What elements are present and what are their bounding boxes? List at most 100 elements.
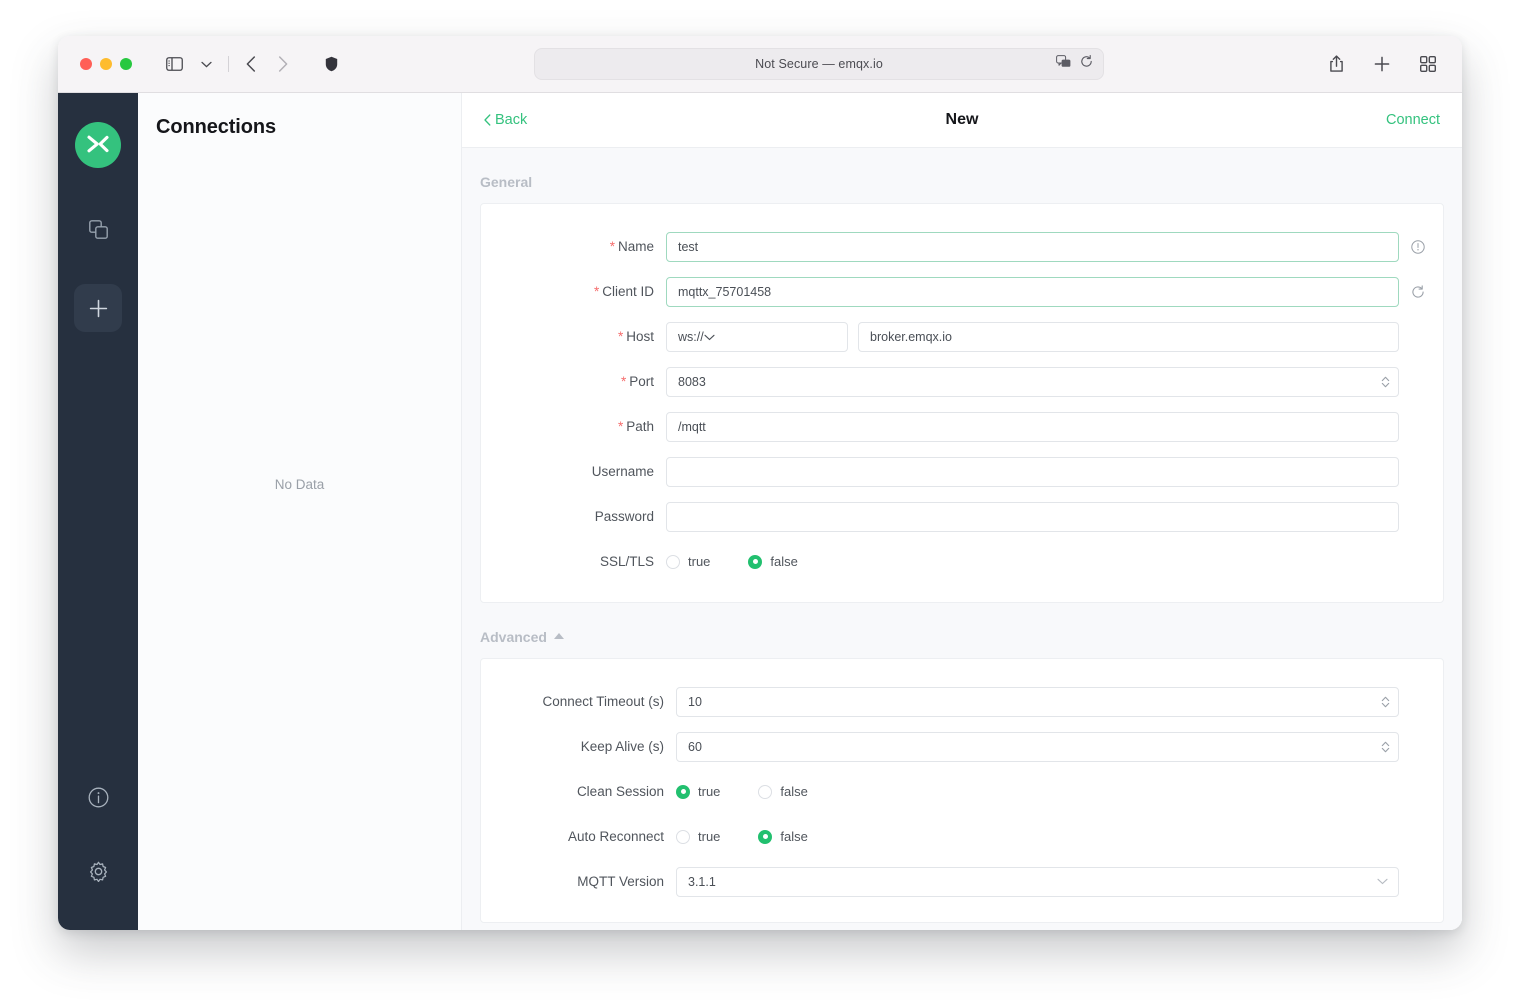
auto-reconnect-label-text: Auto Reconnect bbox=[567, 829, 664, 844]
radio-button-selected[interactable] bbox=[758, 829, 773, 844]
chevron-down-icon[interactable] bbox=[192, 51, 220, 77]
password-label-text: Password bbox=[594, 509, 654, 524]
ssl-tls-true-label: true bbox=[688, 554, 711, 569]
maximize-window-button[interactable] bbox=[120, 58, 132, 70]
required-marker: * bbox=[593, 284, 600, 299]
form-scroll-area[interactable]: General * Name test * Client ID mqttx_75… bbox=[462, 148, 1462, 930]
clean-session-label-text: Clean Session bbox=[576, 784, 664, 799]
radio-button-selected[interactable] bbox=[676, 784, 690, 799]
name-input-value: test bbox=[678, 239, 699, 254]
port-label: * Port bbox=[481, 374, 666, 389]
chevron-down-icon bbox=[704, 330, 715, 344]
minimize-window-button[interactable] bbox=[100, 58, 112, 70]
path-label: * Path bbox=[481, 419, 666, 434]
mqtt-version-value: 3.1.1 bbox=[688, 874, 716, 889]
connection-form-pane: Back New Connect General * Name test * C… bbox=[462, 93, 1462, 930]
auto-reconnect-option-true[interactable]: true bbox=[676, 829, 720, 844]
window-traffic-lights bbox=[80, 58, 132, 70]
translate-icon[interactable] bbox=[1056, 55, 1071, 73]
radio-button[interactable] bbox=[758, 784, 773, 799]
forward-arrow-icon[interactable] bbox=[269, 51, 297, 77]
host-protocol-select[interactable]: ws:// bbox=[666, 321, 848, 352]
port-input[interactable]: 8083 bbox=[666, 366, 1399, 397]
name-info-icon[interactable] bbox=[1409, 239, 1427, 254]
tab-overview-icon[interactable] bbox=[1414, 51, 1442, 77]
keep-alive-input[interactable]: 60 bbox=[676, 731, 1399, 762]
mqtt-version-select[interactable]: 3.1.1 bbox=[676, 866, 1399, 897]
form-row-clean-session: Clean Session true false bbox=[481, 769, 1443, 814]
chevron-up-icon[interactable] bbox=[553, 633, 564, 639]
username-input[interactable] bbox=[666, 456, 1399, 487]
clean-session-radio-group: true false bbox=[676, 784, 846, 799]
host-input[interactable]: broker.emqx.io bbox=[858, 321, 1399, 352]
connect-timeout-stepper[interactable] bbox=[1381, 695, 1390, 709]
path-input-value: /mqtt bbox=[678, 419, 706, 434]
info-icon[interactable] bbox=[76, 778, 120, 816]
connect-timeout-value: 10 bbox=[688, 694, 702, 709]
browser-titlebar: Not Secure — emqx.io bbox=[58, 36, 1462, 93]
back-button[interactable]: Back bbox=[484, 112, 527, 128]
mqttx-logo bbox=[75, 122, 121, 168]
port-input-value: 8083 bbox=[678, 374, 706, 389]
required-marker: * bbox=[617, 419, 624, 434]
password-input[interactable] bbox=[666, 501, 1399, 532]
radio-button-selected[interactable] bbox=[748, 554, 763, 569]
port-number-stepper[interactable] bbox=[1381, 375, 1390, 389]
radio-button[interactable] bbox=[676, 829, 690, 844]
clean-session-false-label: false bbox=[780, 784, 808, 799]
form-row-username: Username bbox=[481, 449, 1443, 494]
radio-button[interactable] bbox=[666, 554, 680, 569]
ssl-tls-option-false[interactable]: false bbox=[748, 554, 798, 569]
path-input[interactable]: /mqtt bbox=[666, 411, 1399, 442]
ssl-tls-label: SSL/TLS bbox=[481, 554, 666, 569]
empty-state-text: No Data bbox=[274, 477, 325, 492]
form-row-host: * Host ws:// broker.emqx.io bbox=[481, 314, 1443, 359]
advanced-section-label: Advanced bbox=[480, 629, 547, 645]
required-marker: * bbox=[617, 329, 624, 344]
keep-alive-label: Keep Alive (s) bbox=[481, 739, 676, 754]
back-arrow-icon[interactable] bbox=[237, 51, 265, 77]
general-section-header: General bbox=[480, 148, 1444, 203]
mqttx-app: Connections No Data Back New Connect Gen… bbox=[58, 93, 1462, 930]
connections-icon[interactable] bbox=[76, 210, 120, 248]
name-input[interactable]: test bbox=[666, 231, 1399, 262]
general-card: * Name test * Client ID mqttx_75701458 *… bbox=[480, 203, 1444, 603]
keep-alive-label-text: Keep Alive (s) bbox=[580, 739, 664, 754]
host-label-text: Host bbox=[626, 329, 654, 344]
form-row-client-id: * Client ID mqttx_75701458 bbox=[481, 269, 1443, 314]
keep-alive-stepper[interactable] bbox=[1381, 740, 1390, 754]
address-bar-container: Not Secure — emqx.io bbox=[534, 48, 1104, 80]
host-label: * Host bbox=[481, 329, 666, 344]
sidebar-icon[interactable] bbox=[160, 51, 188, 77]
shield-icon[interactable] bbox=[317, 51, 345, 77]
back-button-label: Back bbox=[495, 112, 528, 128]
app-sidebar-rail bbox=[58, 93, 138, 930]
connect-button[interactable]: Connect bbox=[1386, 112, 1440, 128]
connect-timeout-input[interactable]: 10 bbox=[676, 686, 1399, 717]
required-marker: * bbox=[620, 374, 627, 389]
share-icon[interactable] bbox=[1322, 51, 1350, 77]
clean-session-option-true[interactable]: true bbox=[676, 784, 720, 799]
regenerate-client-id-icon[interactable] bbox=[1409, 284, 1427, 299]
browser-nav-group bbox=[160, 51, 297, 77]
address-bar[interactable]: Not Secure — emqx.io bbox=[534, 48, 1104, 80]
path-label-text: Path bbox=[626, 419, 654, 434]
add-connection-icon[interactable] bbox=[74, 284, 122, 332]
port-label-text: Port bbox=[629, 374, 654, 389]
browser-actions bbox=[1322, 36, 1442, 92]
page-title: Connections bbox=[156, 116, 277, 138]
connections-list-pane: Connections No Data bbox=[138, 93, 462, 930]
client-id-label-text: Client ID bbox=[602, 284, 654, 299]
clean-session-option-false[interactable]: false bbox=[758, 784, 808, 799]
auto-reconnect-true-label: true bbox=[698, 829, 721, 844]
ssl-tls-option-true[interactable]: true bbox=[666, 554, 710, 569]
close-window-button[interactable] bbox=[80, 58, 92, 70]
form-row-name: * Name test bbox=[481, 224, 1443, 269]
client-id-input[interactable]: mqttx_75701458 bbox=[666, 276, 1399, 307]
plus-icon[interactable] bbox=[1368, 51, 1396, 77]
auto-reconnect-label: Auto Reconnect bbox=[481, 829, 676, 844]
advanced-section-header[interactable]: Advanced bbox=[480, 603, 1444, 658]
auto-reconnect-option-false[interactable]: false bbox=[758, 829, 808, 844]
settings-gear-icon[interactable] bbox=[76, 852, 120, 890]
reload-icon[interactable] bbox=[1080, 55, 1093, 73]
